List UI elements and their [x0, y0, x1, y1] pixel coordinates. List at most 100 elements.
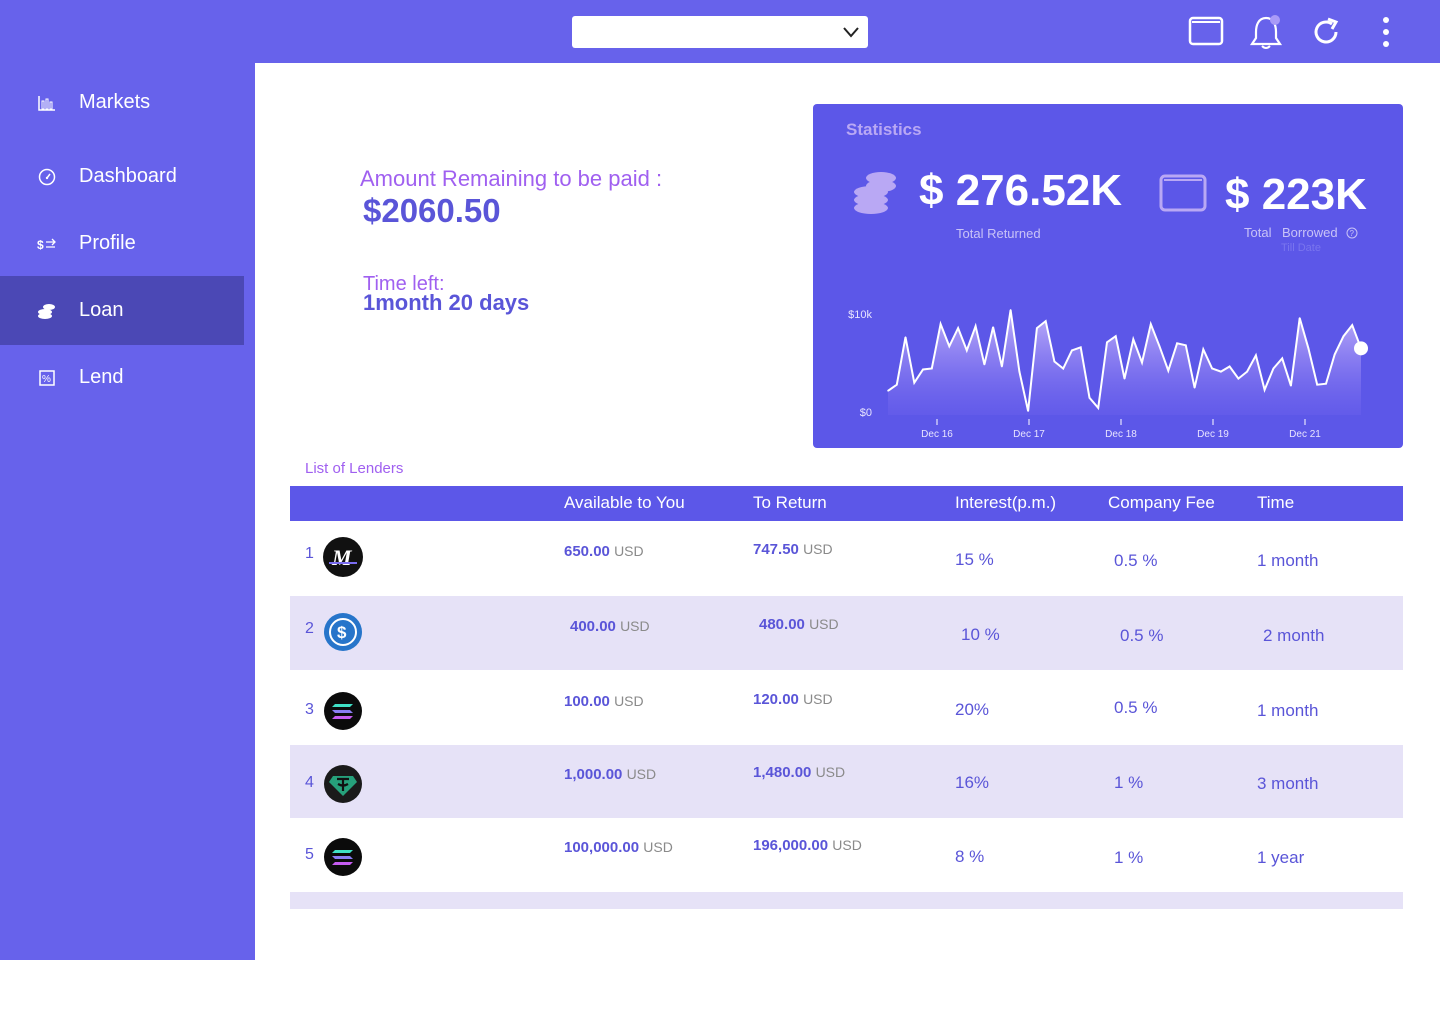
svg-text:?: ? — [1350, 229, 1355, 238]
to-return-cell: 196,000.00 USD — [753, 837, 862, 854]
chart-point — [1246, 370, 1248, 373]
more-vertical-icon[interactable] — [1366, 14, 1406, 50]
chart-point — [1290, 384, 1292, 387]
chart-point — [1079, 346, 1082, 349]
chart-point — [1211, 367, 1213, 370]
chart-point — [1053, 360, 1056, 363]
chart-point — [1097, 407, 1100, 409]
chart-point — [939, 323, 942, 325]
chart-point — [1018, 370, 1021, 373]
lenders-table-header: Available to You To Return Interest(p.m.… — [290, 486, 1403, 521]
company-fee-cell: 0.5 % — [1114, 698, 1158, 717]
time-cell: 1 month — [1257, 551, 1319, 570]
time-cell: 3 month — [1257, 774, 1319, 793]
total-borrowed-value: $ 223K — [1225, 170, 1367, 219]
time-cell: 1 year — [1257, 848, 1305, 867]
statistics-chart: $10k $0 Dec 16 Dec 17 Dec 18 Dec 19 Dec 21 — [848, 309, 1368, 440]
chart-area — [888, 310, 1361, 415]
column-header-to-return: To Return — [753, 493, 827, 512]
chart-point — [1106, 341, 1108, 344]
amount-remaining-label: Amount Remaining to be paid : — [360, 166, 663, 191]
chart-point — [1132, 338, 1135, 341]
bar-chart-icon — [36, 92, 58, 114]
solana-coin-icon — [323, 837, 363, 877]
row-index: 3 — [305, 701, 314, 718]
percent-icon: % — [36, 367, 58, 389]
sidebar-item-profile[interactable]: $ Profile — [0, 209, 255, 278]
table-row[interactable]: 1 M 650.00 USD 747.50 USD 15 % 0.5 % 1 m… — [290, 522, 1403, 596]
column-header-company-fee: Company Fee — [1108, 493, 1215, 512]
table-row[interactable]: 2 $ 400.00 USD 480.00 USD 10 % 0.5 % 2 m… — [290, 596, 1403, 670]
sidebar-item-loan[interactable]: Loan — [0, 276, 244, 345]
table-row[interactable]: 5 100,000.00 USD 196,000.00 USD 8 % 1 % … — [290, 818, 1403, 892]
chart-x-tick-label: Dec 18 — [1105, 429, 1137, 440]
column-header-interest: Interest(p.m.) — [955, 493, 1057, 512]
statistics-card: Statistics $ 276.52K Total Returned $ 22… — [813, 104, 1403, 448]
chart-point — [1123, 377, 1126, 380]
sidebar: Markets Dashboard $ Profile Loan % Lend — [0, 63, 255, 960]
chart-point — [1185, 344, 1187, 347]
chevron-down-icon — [843, 27, 859, 38]
total-returned-value: $ 276.52K — [919, 166, 1123, 215]
help-circle-icon[interactable]: ? — [1346, 227, 1358, 239]
chart-point — [1158, 345, 1161, 348]
interest-cell: 10 % — [961, 625, 1000, 644]
market-select-dropdown[interactable] — [572, 16, 868, 48]
interest-cell: 8 % — [955, 847, 985, 866]
sidebar-item-label: Profile — [79, 232, 136, 254]
sidebar-item-label: Loan — [79, 299, 124, 321]
available-cell: 400.00 USD — [570, 618, 650, 635]
m-coin-icon: M — [323, 537, 363, 577]
chart-y-tick-label: $10k — [848, 309, 872, 321]
gauge-icon — [36, 166, 58, 188]
chart-point — [948, 345, 951, 348]
refresh-icon[interactable] — [1306, 14, 1346, 50]
chart-point — [1272, 367, 1275, 370]
table-row[interactable]: 4 1,000.00 USD 1,480.00 USD 16% 1 % 3 mo… — [290, 745, 1403, 818]
sidebar-item-dashboard[interactable]: Dashboard — [0, 142, 255, 211]
available-cell: 100.00 USD — [564, 693, 644, 710]
chart-point — [992, 326, 994, 328]
interest-cell: 20% — [955, 700, 990, 719]
sidebar-item-markets[interactable]: Markets — [0, 68, 255, 137]
chart-point — [1001, 365, 1003, 368]
chart-y-tick-label: $0 — [860, 407, 872, 419]
chart-point — [1202, 348, 1205, 351]
chart-point — [1342, 335, 1345, 338]
chart-point — [1307, 347, 1310, 350]
row-index: 1 — [305, 545, 314, 562]
chart-point — [1193, 386, 1196, 389]
chart-point — [930, 367, 933, 370]
chart-x-tick-label: Dec 17 — [1013, 429, 1045, 440]
svg-text:%: % — [42, 374, 51, 385]
chart-point — [1316, 383, 1319, 386]
chart-point — [1298, 317, 1301, 319]
amount-remaining-value: $2060.50 — [363, 192, 501, 229]
chart-point — [957, 327, 959, 329]
chart-point — [1176, 342, 1178, 345]
chart-x-tick-label: Dec 16 — [921, 429, 953, 440]
chart-point — [1062, 367, 1064, 370]
chart-point — [983, 363, 986, 366]
chart-point — [913, 381, 916, 384]
chart-point — [887, 389, 889, 392]
chart-point — [1333, 353, 1336, 356]
chart-end-point[interactable] — [1354, 341, 1368, 356]
company-fee-cell: 1 % — [1114, 773, 1144, 792]
exchange-icon: $ — [36, 233, 58, 255]
chart-point — [1114, 335, 1117, 338]
chart-point — [1167, 369, 1170, 372]
till-date-label: Till Date — [1281, 242, 1321, 254]
wallet-icon[interactable] — [1186, 14, 1226, 50]
sidebar-item-lend[interactable]: % Lend — [0, 343, 255, 412]
chart-point — [1351, 324, 1354, 326]
chart-point — [1071, 349, 1073, 352]
interest-cell: 15 % — [955, 550, 994, 569]
bell-icon[interactable] — [1246, 14, 1286, 50]
tether-coin-icon — [323, 764, 363, 804]
solana-coin-icon — [323, 691, 363, 731]
wallet-icon — [1159, 174, 1207, 212]
to-return-cell: 1,480.00 USD — [753, 764, 846, 781]
table-row[interactable]: 3 100.00 USD 120.00 USD 20% 0.5 % 1 mont… — [290, 671, 1403, 745]
chart-point — [1036, 327, 1038, 329]
